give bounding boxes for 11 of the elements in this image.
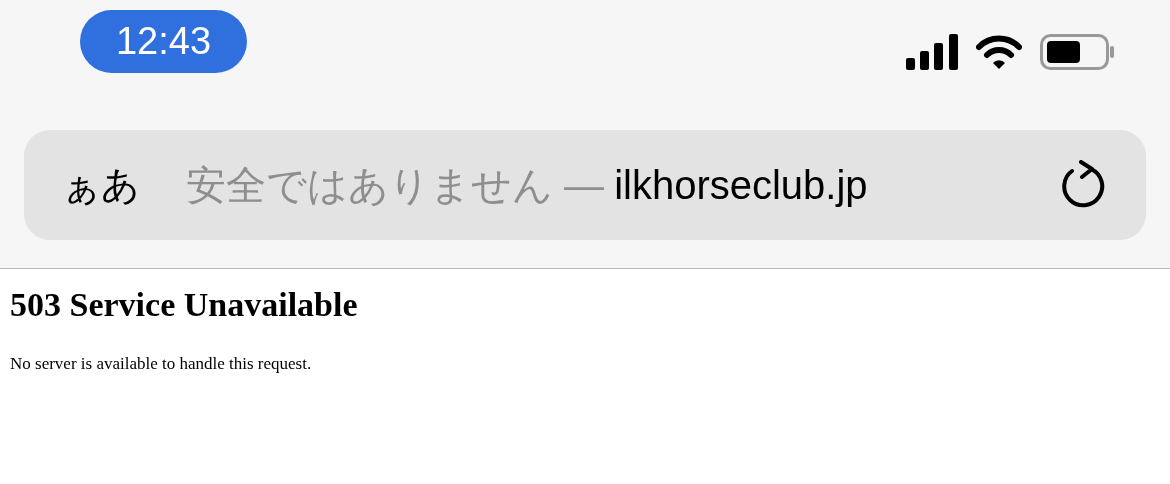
signal-icon <box>906 34 958 70</box>
url-text: ilkhorseclub.jp <box>614 162 868 209</box>
page-heading: 503 Service Unavailable <box>10 285 359 325</box>
error-message: No server is available to handle this request. <box>10 353 313 375</box>
security-notice: 安全ではありません — <box>186 162 605 209</box>
reader-button[interactable]: ぁあ <box>62 156 140 214</box>
wifi-icon <box>976 35 1022 69</box>
battery-icon <box>1040 34 1114 70</box>
time-pill: 12:43 <box>80 10 247 73</box>
reload-icon[interactable] <box>1060 160 1106 210</box>
address-bar[interactable]: ぁあ 安全ではありません — ilkhorseclub.jp <box>24 130 1146 240</box>
